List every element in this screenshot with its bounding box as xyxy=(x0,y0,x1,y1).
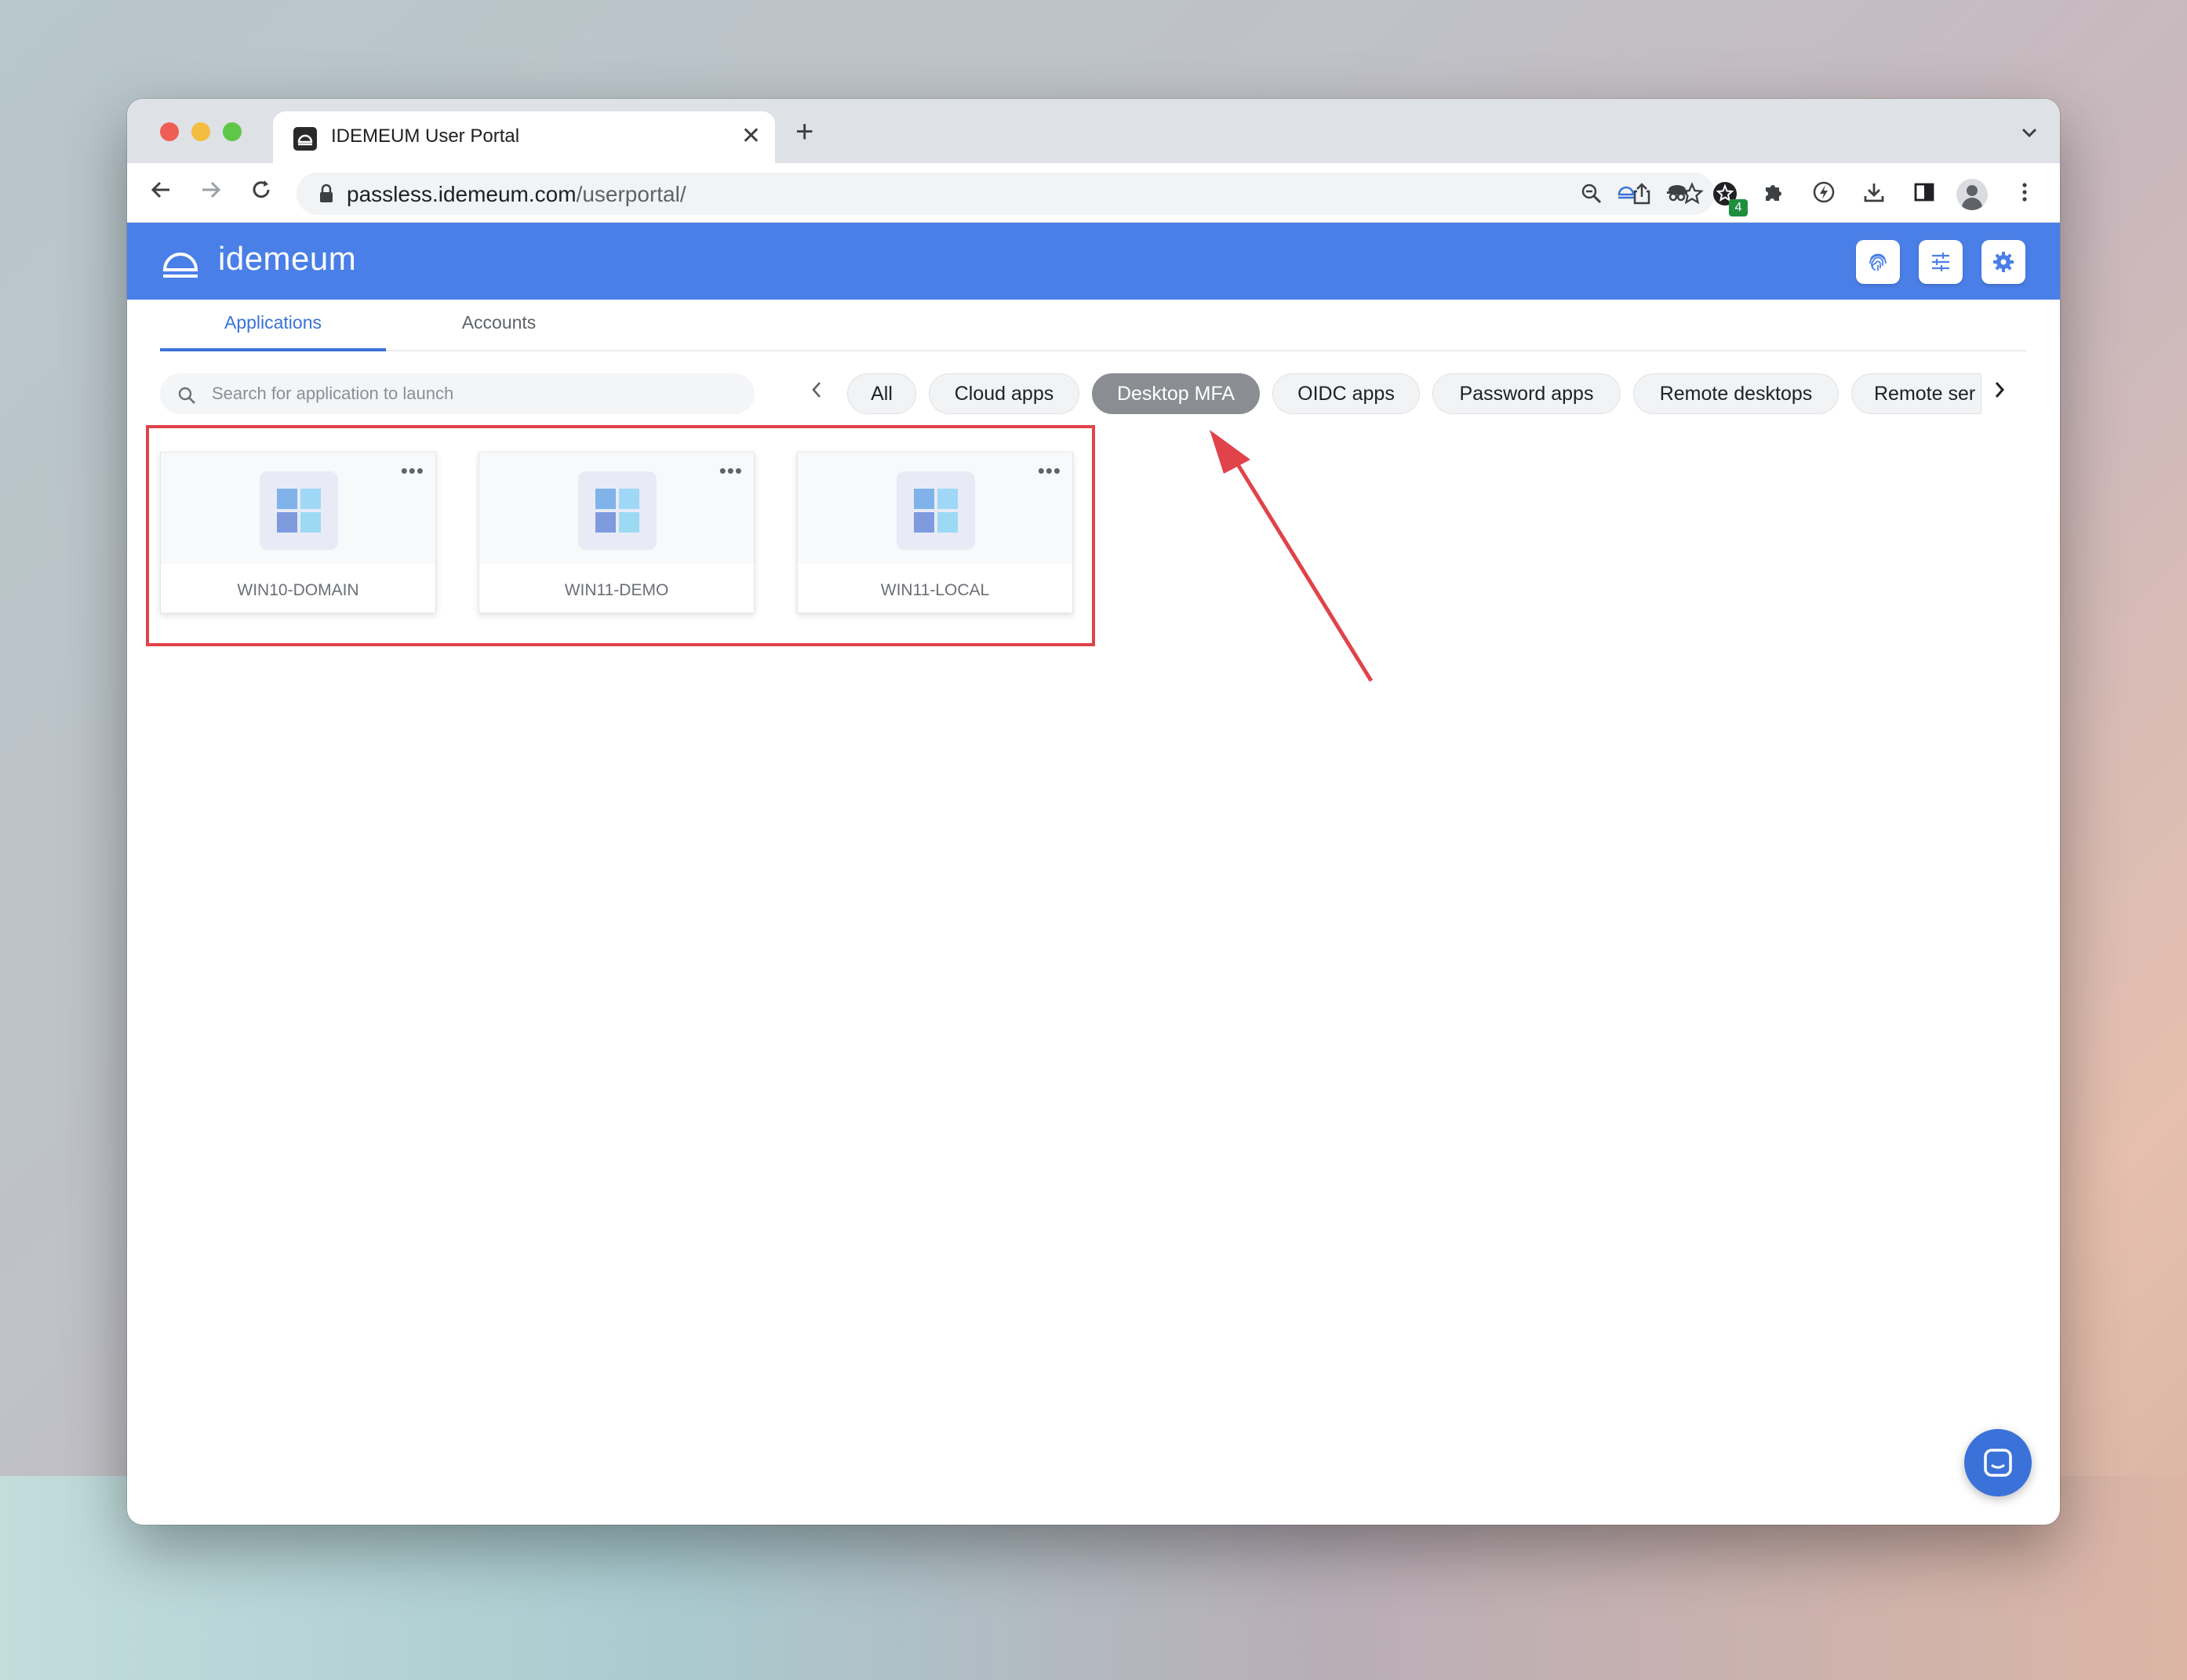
browser-window: IDEMEUM User Portal ✕ + passless.idemeum… xyxy=(127,99,2060,1525)
annotation-arrow xyxy=(1210,430,1374,682)
chat-launcher-button[interactable] xyxy=(1964,1429,2032,1496)
